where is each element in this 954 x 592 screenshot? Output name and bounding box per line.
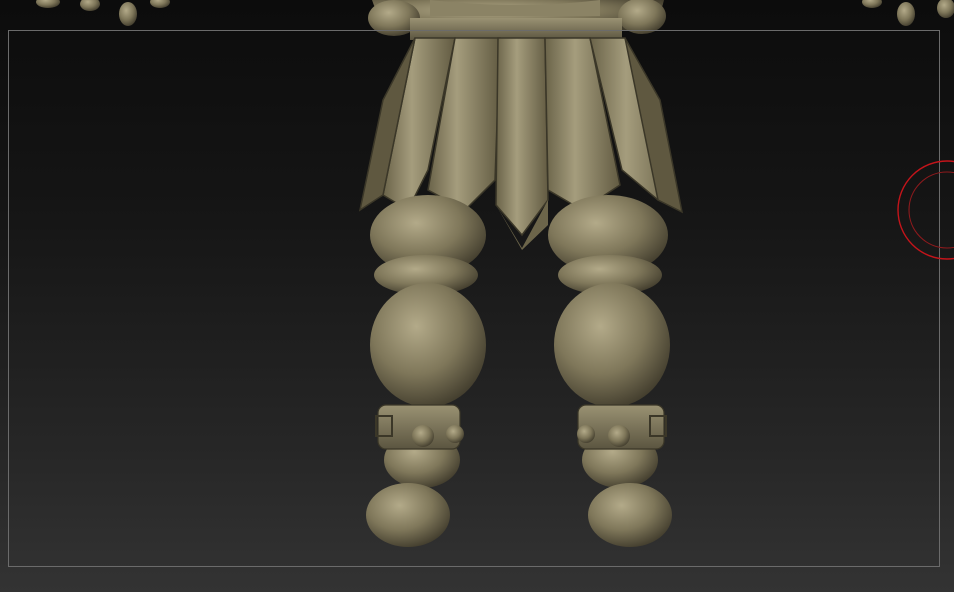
brush-cursor-icon[interactable] bbox=[897, 160, 954, 260]
right-leg bbox=[548, 195, 672, 547]
left-hand-fragments bbox=[36, 0, 170, 26]
sculpt-model[interactable] bbox=[0, 0, 954, 592]
left-leg bbox=[366, 195, 486, 547]
right-hand-fragments bbox=[862, 0, 954, 26]
torso-belt bbox=[368, 0, 666, 40]
3d-viewport[interactable] bbox=[0, 0, 954, 592]
